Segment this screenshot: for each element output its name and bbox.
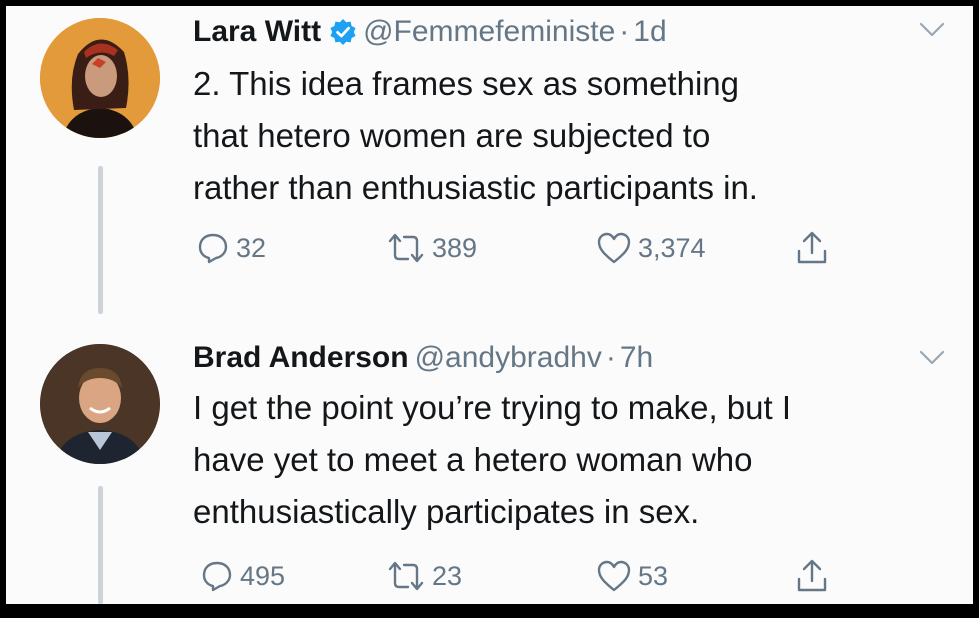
chevron-down-icon[interactable] — [919, 22, 945, 38]
reply-icon — [202, 561, 232, 592]
thread-line — [98, 486, 103, 604]
thread-line — [98, 166, 103, 314]
reply-count: 495 — [240, 560, 286, 591]
tweet-actions: 32 389 3,374 — [196, 228, 856, 268]
retweet-count: 389 — [432, 232, 478, 263]
tweet-header: Brad Anderson @andybradhv · 7h — [193, 338, 653, 378]
reply-button[interactable]: 32 — [196, 228, 266, 268]
tweet-header: Lara Witt @Femmefeministe · 1d — [193, 12, 667, 52]
like-count: 3,374 — [638, 232, 706, 263]
tweet[interactable]: Lara Witt @Femmefeministe · 1d 2. This i… — [6, 6, 973, 316]
like-button[interactable]: 3,374 — [596, 228, 706, 268]
avatar-image — [40, 18, 160, 138]
heart-icon — [597, 232, 631, 264]
tweet-thread: Lara Witt @Femmefeministe · 1d 2. This i… — [6, 6, 973, 604]
username-handle[interactable]: @andybradhv — [415, 338, 602, 378]
share-button[interactable] — [796, 556, 828, 596]
share-icon — [797, 559, 827, 592]
avatar[interactable] — [40, 344, 160, 464]
timestamp[interactable]: 1d — [633, 12, 666, 52]
reply-button[interactable]: 495 — [200, 556, 285, 596]
share-button[interactable] — [796, 228, 828, 268]
verified-badge-icon — [329, 18, 357, 46]
chevron-down-icon[interactable] — [919, 350, 945, 366]
display-name[interactable]: Lara Witt — [193, 12, 321, 52]
timestamp[interactable]: 7h — [620, 338, 653, 378]
username-handle[interactable]: @Femmefeministe — [363, 12, 615, 52]
display-name[interactable]: Brad Anderson — [193, 338, 409, 378]
share-icon — [797, 231, 827, 264]
retweet-icon — [388, 561, 424, 591]
screenshot-frame: Lara Witt @Femmefeministe · 1d 2. This i… — [0, 0, 979, 618]
dot-separator: · — [605, 341, 616, 374]
heart-icon — [597, 560, 631, 592]
retweet-button[interactable]: 389 — [386, 228, 477, 268]
tweet-text: I get the point you’re trying to make, b… — [193, 389, 791, 530]
retweet-button[interactable]: 23 — [386, 556, 462, 596]
dot-separator: · — [619, 15, 630, 48]
tweet-actions: 495 23 53 — [196, 556, 856, 596]
avatar-image — [40, 344, 160, 464]
avatar[interactable] — [40, 18, 160, 138]
tweet[interactable]: Brad Anderson @andybradhv · 7h I get the… — [6, 326, 973, 604]
like-button[interactable]: 53 — [596, 556, 668, 596]
reply-count: 32 — [236, 232, 267, 263]
like-count: 53 — [638, 560, 669, 591]
retweet-icon — [388, 233, 424, 263]
tweet-text: 2. This idea frames sex as something tha… — [193, 65, 758, 206]
retweet-count: 23 — [432, 560, 463, 591]
reply-icon — [198, 233, 228, 264]
